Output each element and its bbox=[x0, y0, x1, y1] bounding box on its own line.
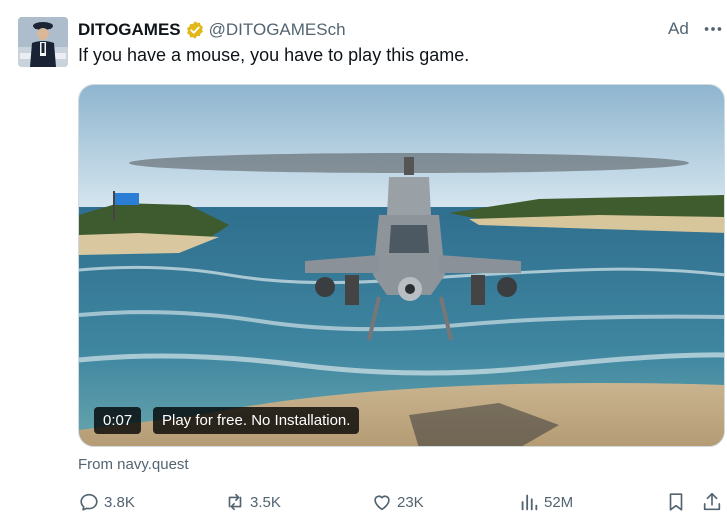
video-thumbnail bbox=[79, 85, 724, 446]
ad-label: Ad bbox=[668, 19, 689, 38]
tweet-header: DITOGAMES @DITOGAMESch bbox=[78, 19, 346, 41]
repost-count: 3.5K bbox=[250, 493, 281, 511]
reply-count: 3.8K bbox=[104, 493, 135, 511]
video-player[interactable]: 0:07 Play for free. No Installation. bbox=[78, 84, 725, 447]
avatar-image bbox=[18, 17, 68, 67]
share-icon bbox=[703, 492, 721, 511]
bookmark-icon bbox=[669, 493, 683, 511]
analytics-icon bbox=[521, 494, 538, 511]
repost-icon bbox=[228, 493, 242, 511]
avatar[interactable] bbox=[18, 17, 68, 67]
ad-source-link[interactable]: From navy.quest bbox=[78, 456, 189, 473]
verified-badge-icon bbox=[186, 21, 203, 39]
user-handle[interactable]: @DITOGAMESch bbox=[209, 20, 346, 40]
more-options-icon[interactable] bbox=[702, 18, 724, 40]
views-button[interactable]: 52M bbox=[518, 490, 573, 514]
like-button[interactable]: 23K bbox=[371, 490, 424, 514]
display-name[interactable]: DITOGAMES bbox=[78, 20, 181, 40]
view-count: 52M bbox=[544, 493, 574, 511]
share-button[interactable] bbox=[701, 490, 727, 514]
repost-button[interactable]: 3.5K bbox=[224, 490, 281, 514]
heart-icon bbox=[374, 495, 390, 511]
video-cta-badge[interactable]: Play for free. No Installation. bbox=[153, 407, 360, 434]
reply-button[interactable]: 3.8K bbox=[78, 490, 135, 514]
bookmark-button[interactable] bbox=[665, 490, 691, 514]
tweet-text: If you have a mouse, you have to play th… bbox=[78, 45, 470, 65]
reply-icon bbox=[80, 493, 98, 511]
like-count: 23K bbox=[397, 493, 424, 511]
video-time-badge: 0:07 bbox=[94, 407, 142, 434]
